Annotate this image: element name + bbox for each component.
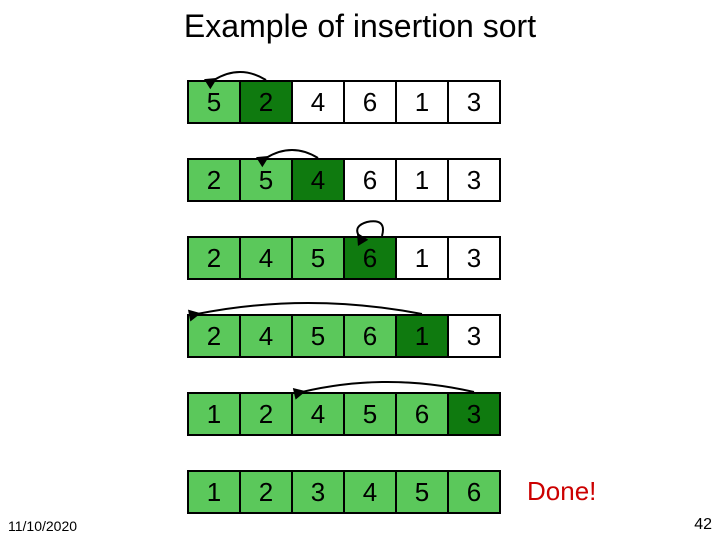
array-cell: 1 <box>395 80 449 124</box>
array-cell: 3 <box>447 314 501 358</box>
done-label: Done! <box>527 476 596 507</box>
cell-value: 5 <box>207 87 221 118</box>
array-cell: 4 <box>291 158 345 202</box>
array-cell: 5 <box>395 470 449 514</box>
cell-value: 2 <box>259 399 273 430</box>
cell-value: 3 <box>467 243 481 274</box>
cell-value: 3 <box>467 321 481 352</box>
array-cell: 5 <box>343 392 397 436</box>
cell-value: 4 <box>259 321 273 352</box>
array-cell: 6 <box>343 236 397 280</box>
array-cell: 2 <box>187 236 241 280</box>
array-cell: 3 <box>447 158 501 202</box>
array-cell: 4 <box>291 392 345 436</box>
cell-value: 5 <box>363 399 377 430</box>
array-row: 2 4 5 6 1 3 <box>187 314 499 392</box>
array-rows: 5 2 4 6 1 3 2 5 4 6 1 3 <box>187 80 499 520</box>
array-cell: 1 <box>395 314 449 358</box>
cell-value: 4 <box>363 477 377 508</box>
cell-value: 1 <box>207 477 221 508</box>
array-cell: 2 <box>239 80 293 124</box>
cell-value: 2 <box>207 165 221 196</box>
cell-value: 3 <box>311 477 325 508</box>
array-row: 1 2 3 4 5 6 Done! <box>187 470 499 520</box>
slide-title: Example of insertion sort <box>0 8 720 45</box>
array-row: 1 2 4 5 6 3 <box>187 392 499 470</box>
cell-value: 2 <box>207 321 221 352</box>
array-row: 5 2 4 6 1 3 <box>187 80 499 158</box>
array-cell: 1 <box>187 392 241 436</box>
cell-value: 1 <box>415 321 429 352</box>
array-row: 2 5 4 6 1 3 <box>187 158 499 236</box>
cell-value: 3 <box>467 87 481 118</box>
array-cell: 1 <box>395 236 449 280</box>
cell-value: 5 <box>311 243 325 274</box>
cell-value: 5 <box>415 477 429 508</box>
array-cell: 3 <box>447 236 501 280</box>
array-cell: 6 <box>447 470 501 514</box>
cell-value: 5 <box>259 165 273 196</box>
array-cell: 2 <box>187 314 241 358</box>
array-cell: 1 <box>395 158 449 202</box>
array-cell: 5 <box>291 314 345 358</box>
cell-value: 3 <box>467 165 481 196</box>
cell-value: 6 <box>363 321 377 352</box>
cell-value: 1 <box>415 165 429 196</box>
footer-date: 11/10/2020 <box>8 518 77 534</box>
cell-value: 6 <box>363 87 377 118</box>
footer-page-number: 42 <box>694 516 712 534</box>
cell-value: 6 <box>467 477 481 508</box>
cell-value: 2 <box>259 87 273 118</box>
array-cell: 6 <box>395 392 449 436</box>
cell-value: 1 <box>415 243 429 274</box>
array-cell: 1 <box>187 470 241 514</box>
cell-value: 4 <box>259 243 273 274</box>
array-cell: 4 <box>239 314 293 358</box>
array-cell: 3 <box>291 470 345 514</box>
cell-value: 6 <box>415 399 429 430</box>
cell-value: 5 <box>311 321 325 352</box>
array-cell: 4 <box>291 80 345 124</box>
cell-value: 4 <box>311 165 325 196</box>
cell-value: 6 <box>363 243 377 274</box>
array-cell: 4 <box>343 470 397 514</box>
array-cell: 5 <box>291 236 345 280</box>
array-cell: 2 <box>239 392 293 436</box>
array-cell: 2 <box>187 158 241 202</box>
array-cell: 3 <box>447 80 501 124</box>
cell-value: 3 <box>467 399 481 430</box>
array-cell: 2 <box>239 470 293 514</box>
array-cell: 6 <box>343 314 397 358</box>
array-cell: 6 <box>343 158 397 202</box>
cell-value: 1 <box>207 399 221 430</box>
cell-value: 2 <box>259 477 273 508</box>
cell-value: 2 <box>207 243 221 274</box>
array-cell: 3 <box>447 392 501 436</box>
cell-value: 4 <box>311 87 325 118</box>
cell-value: 4 <box>311 399 325 430</box>
cell-value: 1 <box>415 87 429 118</box>
array-cell: 5 <box>239 158 293 202</box>
cell-value: 6 <box>363 165 377 196</box>
array-cell: 6 <box>343 80 397 124</box>
slide: Example of insertion sort 5 2 4 6 1 3 <box>0 0 720 540</box>
array-cell: 4 <box>239 236 293 280</box>
array-cell: 5 <box>187 80 241 124</box>
array-row: 2 4 5 6 1 3 <box>187 236 499 314</box>
